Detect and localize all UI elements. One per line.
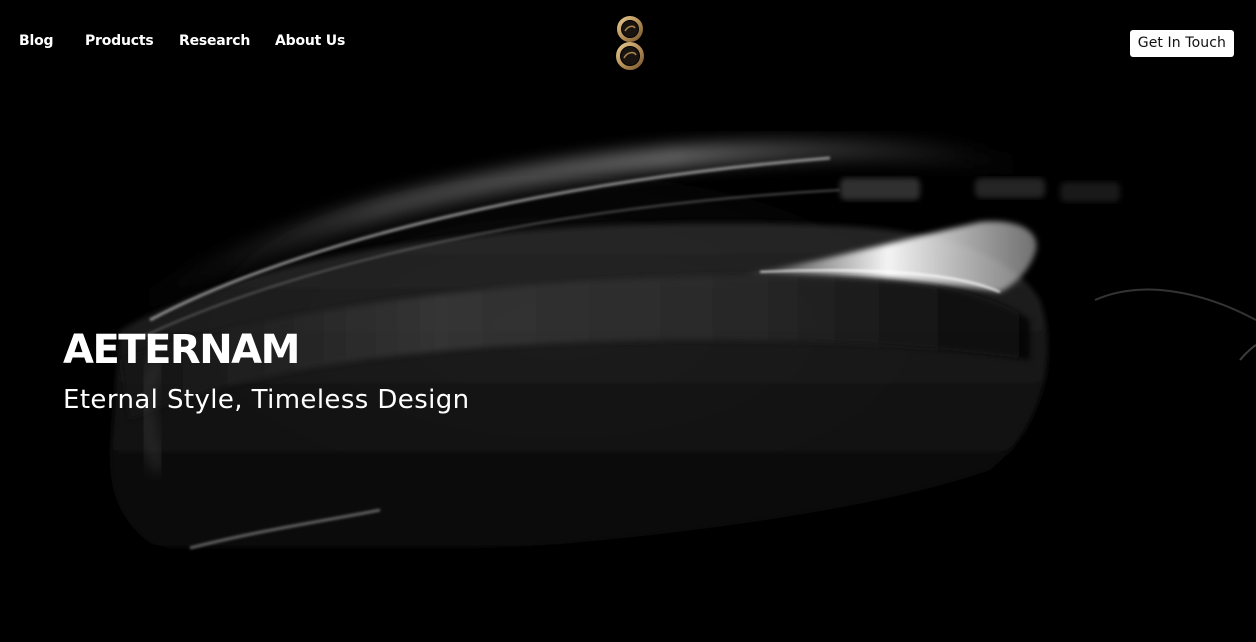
landing-page: Blog Products Research About Us Get In T… bbox=[0, 0, 1256, 642]
hero-text-block: AETERNAM Eternal Style, Timeless Design bbox=[63, 322, 470, 418]
hero-title: AETERNAM bbox=[63, 327, 300, 373]
infinity-ring-logo-icon[interactable] bbox=[613, 15, 647, 71]
nav-link-research[interactable]: Research bbox=[179, 33, 275, 49]
hero-background-image bbox=[0, 0, 1256, 642]
top-navigation: Blog Products Research About Us Get In T… bbox=[0, 0, 1256, 86]
nav-links: Blog Products Research About Us bbox=[19, 33, 355, 49]
hero-subtitle: Eternal Style, Timeless Design bbox=[63, 385, 470, 415]
nav-link-about-us[interactable]: About Us bbox=[275, 33, 355, 49]
get-in-touch-button[interactable]: Get In Touch bbox=[1129, 30, 1234, 57]
nav-link-blog[interactable]: Blog bbox=[19, 33, 85, 49]
nav-link-products[interactable]: Products bbox=[85, 33, 179, 49]
